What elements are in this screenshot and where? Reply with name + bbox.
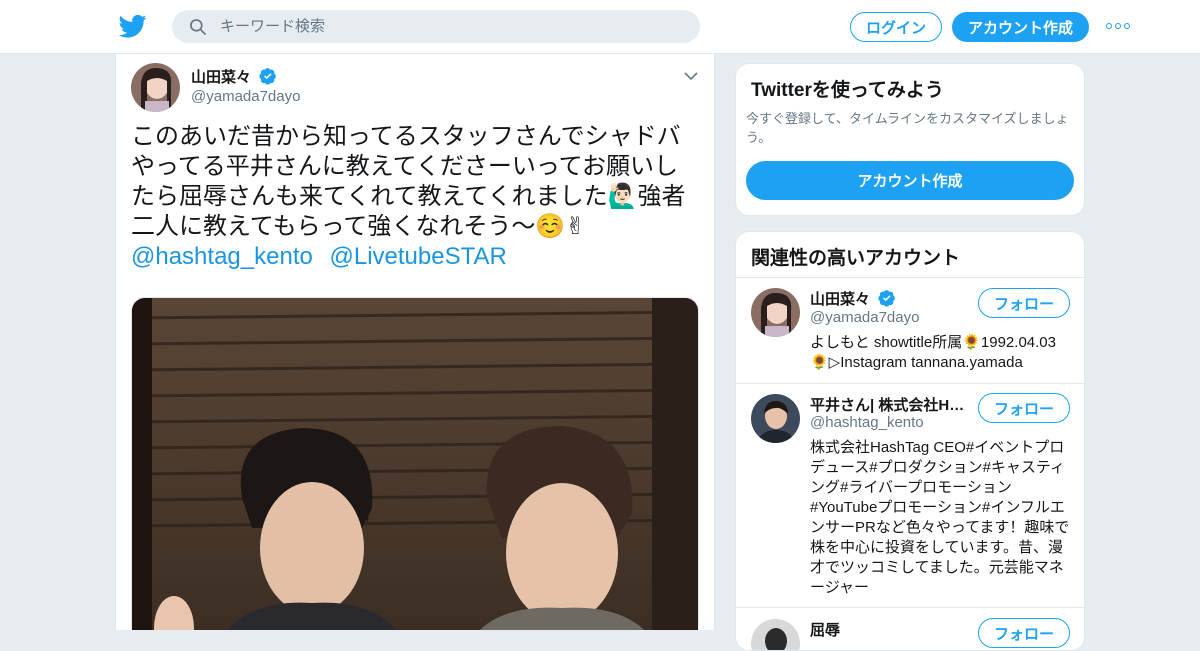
mention-link[interactable]: @LivetubeSTAR [330,243,507,270]
divider [736,607,1084,608]
signup-card-subtitle: 今すぐ登録して、タイムラインをカスタマイズしましょう。 [746,111,1069,145]
more-icon[interactable] [1106,18,1130,34]
avatar[interactable] [751,394,800,443]
verified-icon [878,290,896,307]
follow-button[interactable]: フォロー [978,618,1070,648]
account-bio: 株式会社HashTag CEO#イベントプロデュース#プロダクション#キャスティ… [810,439,1070,596]
search-icon [190,19,206,35]
follow-button[interactable]: フォロー [978,288,1070,318]
related-accounts-card: 関連性の高いアカウント 山田菜々 @yamada7dayo フォロー よしもと … [735,231,1085,651]
related-accounts-title: 関連性の高いアカウント [751,248,961,269]
verified-icon [259,68,277,85]
twitter-logo-icon[interactable] [119,12,147,40]
tweet-photo[interactable] [131,297,699,630]
signup-button[interactable]: アカウント作成 [952,12,1089,42]
divider [736,383,1084,384]
tweet-text: このあいだ昔から知ってるスタッフさんでシャドバやってる平井さんに教えてくださーい… [131,123,686,240]
account-name[interactable]: 平井さん| 株式会社H… [810,394,970,415]
divider [736,277,1084,278]
avatar[interactable] [131,63,180,112]
mention-link[interactable]: @hashtag_kento [131,243,313,270]
account-name[interactable]: 山田菜々 [810,288,896,309]
signup-card: Twitterを使ってみよう 今すぐ登録して、タイムラインをカスタマイズしましょ… [735,63,1085,216]
chevron-down-icon[interactable] [683,68,699,84]
tweet-mentions: @hashtag_kento @LivetubeSTAR [131,242,517,272]
search-input[interactable] [220,10,680,43]
account-handle[interactable]: @yamada7dayo [810,309,919,326]
signup-card-title: Twitterを使ってみよう [751,80,944,101]
account-handle[interactable]: @hashtag_kento [810,414,924,431]
avatar[interactable] [751,288,800,337]
author-handle[interactable]: @yamada7dayo [191,88,300,105]
tweet-panel: 山田菜々 @yamada7dayo このあいだ昔から知ってるスタッフさんでシャド… [115,54,715,630]
follow-button[interactable]: フォロー [978,393,1070,423]
login-button[interactable]: ログイン [850,12,942,42]
signup-card-button[interactable]: アカウント作成 [746,161,1074,200]
search-box[interactable] [172,10,700,43]
avatar[interactable] [751,619,800,650]
top-navigation-bar: ログイン アカウント作成 [0,0,1200,54]
account-bio: よしもと showtitle所属🌻1992.04.03🌻▷Instagram t… [810,334,1056,371]
author-name[interactable]: 山田菜々 [191,66,277,87]
